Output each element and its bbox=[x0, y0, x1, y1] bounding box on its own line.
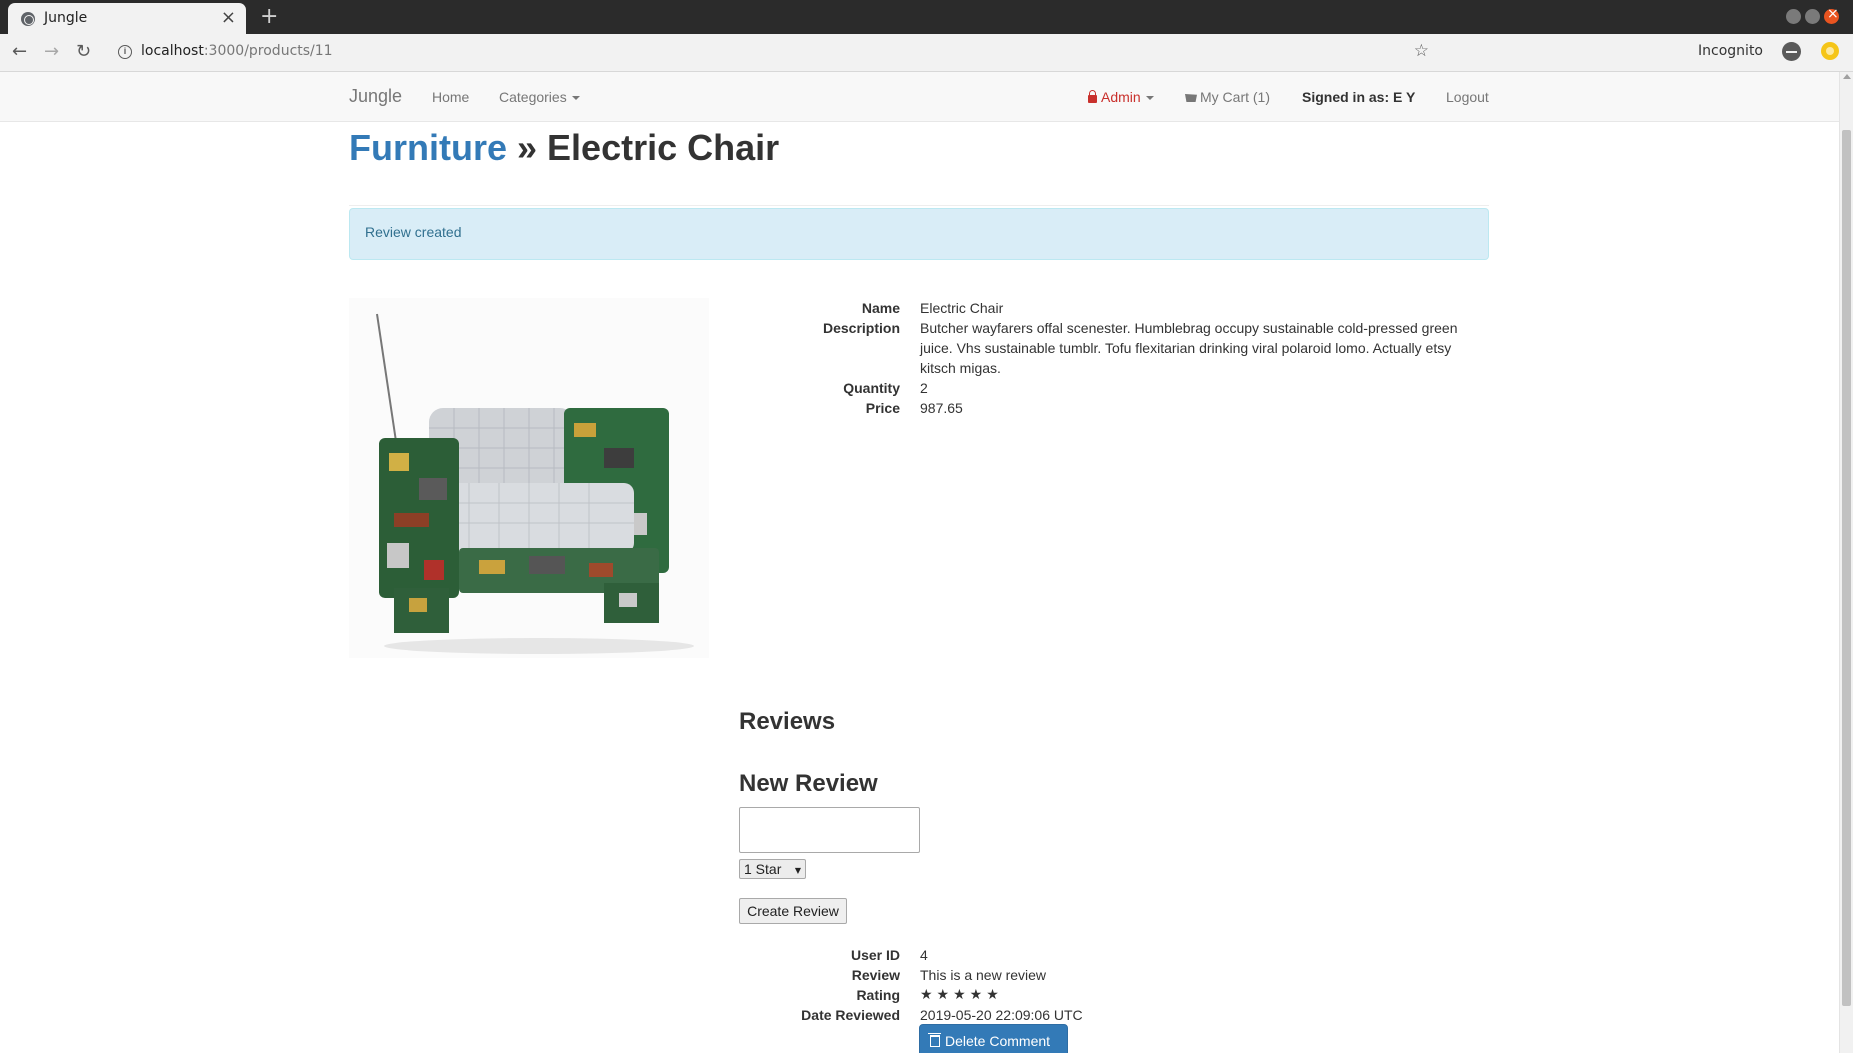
trash-icon bbox=[928, 1033, 941, 1047]
product-quantity-value: 2 bbox=[920, 380, 928, 396]
delete-comment-label: Delete Comment bbox=[945, 1033, 1051, 1049]
user-id-label: User ID bbox=[850, 947, 900, 963]
review-item: User ID 4 Review This is a new review Ra… bbox=[740, 945, 1490, 1025]
review-row-date: Date Reviewed 2019-05-20 22:09:06 UTC bbox=[740, 1005, 1490, 1025]
nav-categories-dropdown[interactable]: Categories bbox=[499, 89, 580, 105]
create-review-button[interactable]: Create Review bbox=[739, 898, 847, 924]
extension-icon[interactable] bbox=[1821, 42, 1839, 60]
forward-arrow-icon[interactable]: → bbox=[44, 40, 59, 64]
shopping-cart-icon bbox=[1185, 94, 1197, 102]
price-label: Price bbox=[865, 400, 900, 416]
browser-tab[interactable]: Jungle × bbox=[8, 3, 246, 34]
back-arrow-icon[interactable]: ← bbox=[12, 40, 27, 64]
incognito-icon[interactable] bbox=[1782, 42, 1801, 61]
browser-toolbar: ← → ↻ i localhost:3000/products/11 ☆ Inc… bbox=[0, 34, 1853, 72]
review-textarea[interactable] bbox=[739, 807, 920, 853]
breadcrumb-separator: » bbox=[507, 127, 548, 168]
detail-row-description: Description Butcher wayfarers offal scen… bbox=[740, 318, 1490, 378]
new-review-heading: New Review bbox=[739, 770, 878, 797]
quantity-label: Quantity bbox=[843, 380, 900, 396]
url-host: localhost bbox=[141, 43, 204, 59]
review-label: Review bbox=[851, 967, 900, 983]
page-title: Furniture » Electric Chair bbox=[349, 126, 779, 170]
rating-stars: ★★★★★ bbox=[920, 987, 1003, 1003]
user-id-value: 4 bbox=[920, 947, 928, 963]
page-scrollbar[interactable] bbox=[1839, 72, 1853, 1053]
product-name-value: Electric Chair bbox=[920, 300, 1004, 316]
category-breadcrumb-link[interactable]: Furniture bbox=[349, 127, 507, 168]
product-title: Electric Chair bbox=[547, 127, 780, 168]
caret-down-icon bbox=[571, 96, 580, 101]
scrollbar-thumb[interactable] bbox=[1842, 130, 1851, 1006]
site-info-icon[interactable]: i bbox=[118, 45, 132, 59]
detail-row-price: Price 987.65 bbox=[740, 398, 1490, 418]
delete-comment-button[interactable]: Delete Comment bbox=[919, 1024, 1068, 1053]
review-text-value: This is a new review bbox=[920, 967, 1047, 983]
caret-down-icon bbox=[1145, 96, 1154, 101]
review-row-text: Review This is a new review bbox=[740, 965, 1490, 985]
reviews-heading: Reviews bbox=[739, 708, 836, 735]
product-image bbox=[349, 298, 709, 658]
product-price-value: 987.65 bbox=[920, 400, 963, 416]
minimize-window-button[interactable] bbox=[1786, 9, 1801, 24]
brand-link[interactable]: Jungle bbox=[349, 86, 402, 107]
signed-in-status: Signed in as: E Y bbox=[1302, 89, 1416, 105]
url-path: :3000/products/11 bbox=[203, 43, 333, 59]
address-bar[interactable]: localhost:3000/products/11 bbox=[141, 43, 333, 59]
nav-admin-dropdown[interactable]: Admin bbox=[1088, 89, 1154, 105]
review-row-rating: Rating ★★★★★ bbox=[740, 985, 1490, 1005]
bookmark-star-icon[interactable]: ☆ bbox=[1414, 41, 1429, 61]
date-reviewed-label: Date Reviewed bbox=[801, 1007, 900, 1023]
nav-logout-link[interactable]: Logout bbox=[1446, 89, 1489, 105]
name-label: Name bbox=[861, 300, 900, 316]
rating-select[interactable]: 1 Star bbox=[739, 859, 806, 879]
tab-close-icon[interactable]: × bbox=[221, 7, 236, 29]
close-window-button[interactable] bbox=[1824, 6, 1839, 24]
date-reviewed-value: 2019-05-20 22:09:06 UTC bbox=[920, 1007, 1083, 1023]
incognito-label: Incognito bbox=[1698, 43, 1763, 59]
cart-label: My Cart (1) bbox=[1200, 89, 1270, 105]
admin-label: Admin bbox=[1101, 89, 1141, 105]
description-label: Description bbox=[822, 320, 900, 336]
reload-icon[interactable]: ↻ bbox=[76, 40, 91, 64]
tab-title: Jungle bbox=[44, 10, 88, 26]
maximize-window-button[interactable] bbox=[1805, 9, 1820, 24]
browser-tabstrip: Jungle × + bbox=[0, 0, 1853, 34]
product-description-value: Butcher wayfarers offal scenester. Humbl… bbox=[920, 320, 1458, 376]
page-header: Furniture » Electric Chair bbox=[349, 126, 1489, 206]
scroll-up-arrow-icon[interactable] bbox=[1843, 74, 1851, 79]
nav-home-link[interactable]: Home bbox=[432, 89, 469, 105]
product-details: Name Electric Chair Description Butcher … bbox=[740, 298, 1490, 418]
electric-chair-image bbox=[349, 298, 709, 658]
new-tab-button[interactable]: + bbox=[260, 3, 278, 31]
globe-icon bbox=[21, 12, 35, 26]
page-viewport: Jungle Home Categories Admin My Cart (1)… bbox=[0, 72, 1853, 1053]
site-navbar: Jungle Home Categories Admin My Cart (1)… bbox=[0, 72, 1839, 122]
detail-row-name: Name Electric Chair bbox=[740, 298, 1490, 318]
categories-label: Categories bbox=[499, 89, 567, 105]
window-controls bbox=[1786, 6, 1839, 24]
detail-row-quantity: Quantity 2 bbox=[740, 378, 1490, 398]
rating-label: Rating bbox=[856, 987, 900, 1003]
nav-cart-link[interactable]: My Cart (1) bbox=[1185, 89, 1270, 105]
review-row-user-id: User ID 4 bbox=[740, 945, 1490, 965]
flash-alert: Review created bbox=[349, 208, 1489, 260]
lock-icon bbox=[1088, 90, 1097, 103]
